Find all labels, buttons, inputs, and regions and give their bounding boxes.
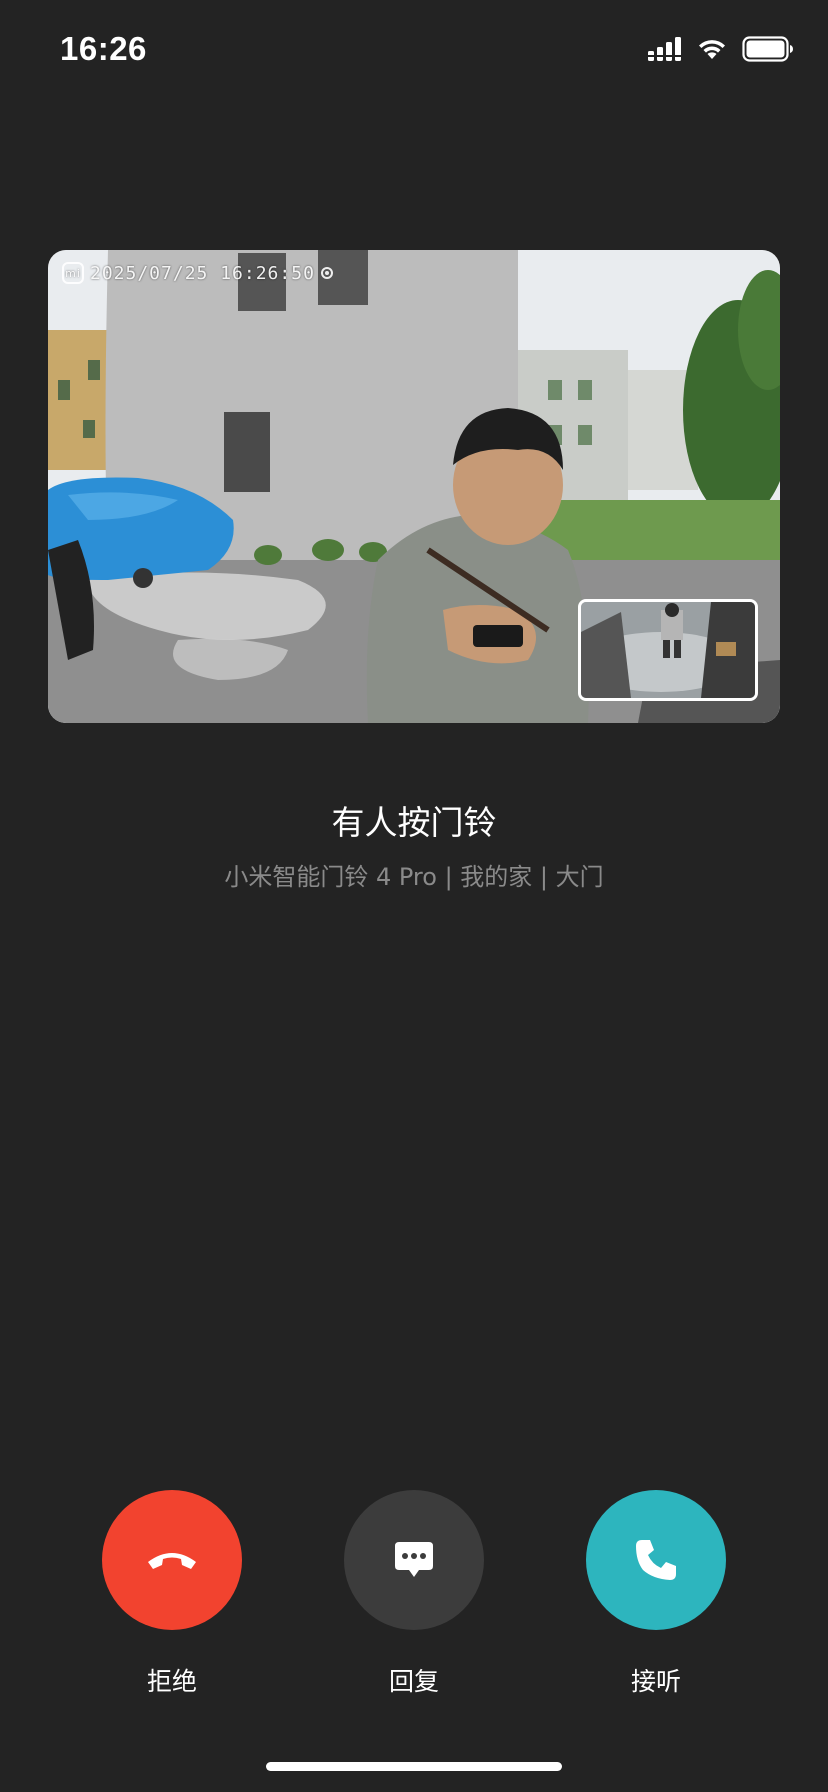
answer-label: 接听 xyxy=(630,1667,681,1696)
call-subtitle: 小米智能门铃 4 Pro | 我的家 | 大门 xyxy=(224,863,604,891)
doorbell-video-preview[interactable]: mi 2025/07/25 16:26:50 xyxy=(48,250,780,723)
answer-button[interactable] xyxy=(586,1490,726,1630)
status-time: 16:26 xyxy=(60,30,147,67)
phone-icon xyxy=(636,1540,676,1580)
pip-camera-image xyxy=(581,602,755,698)
video-timestamp-text: 2025/07/25 16:26:50 xyxy=(90,262,315,284)
message-icon xyxy=(395,1542,433,1577)
decline-button[interactable] xyxy=(102,1490,242,1630)
decline-label: 拒绝 xyxy=(146,1667,197,1696)
video-timestamp: mi 2025/07/25 16:26:50 xyxy=(62,262,333,284)
signal-icon xyxy=(648,37,681,61)
reply-button[interactable] xyxy=(344,1490,484,1630)
answer-action: 接听 xyxy=(586,1490,726,1698)
reply-label: 回复 xyxy=(388,1667,439,1696)
battery-icon xyxy=(742,36,793,62)
phone-hangup-icon xyxy=(148,1553,196,1569)
status-bar: 16:26 xyxy=(0,0,828,100)
status-icons xyxy=(648,36,794,62)
wifi-icon xyxy=(699,40,725,59)
reply-action: 回复 xyxy=(344,1490,484,1698)
call-title: 有人按门铃 xyxy=(331,803,497,842)
home-indicator[interactable] xyxy=(266,1762,562,1771)
mi-logo: mi xyxy=(62,262,84,284)
pip-secondary-camera[interactable] xyxy=(578,599,758,701)
decline-action: 拒绝 xyxy=(102,1490,242,1698)
record-indicator-icon xyxy=(320,267,333,279)
